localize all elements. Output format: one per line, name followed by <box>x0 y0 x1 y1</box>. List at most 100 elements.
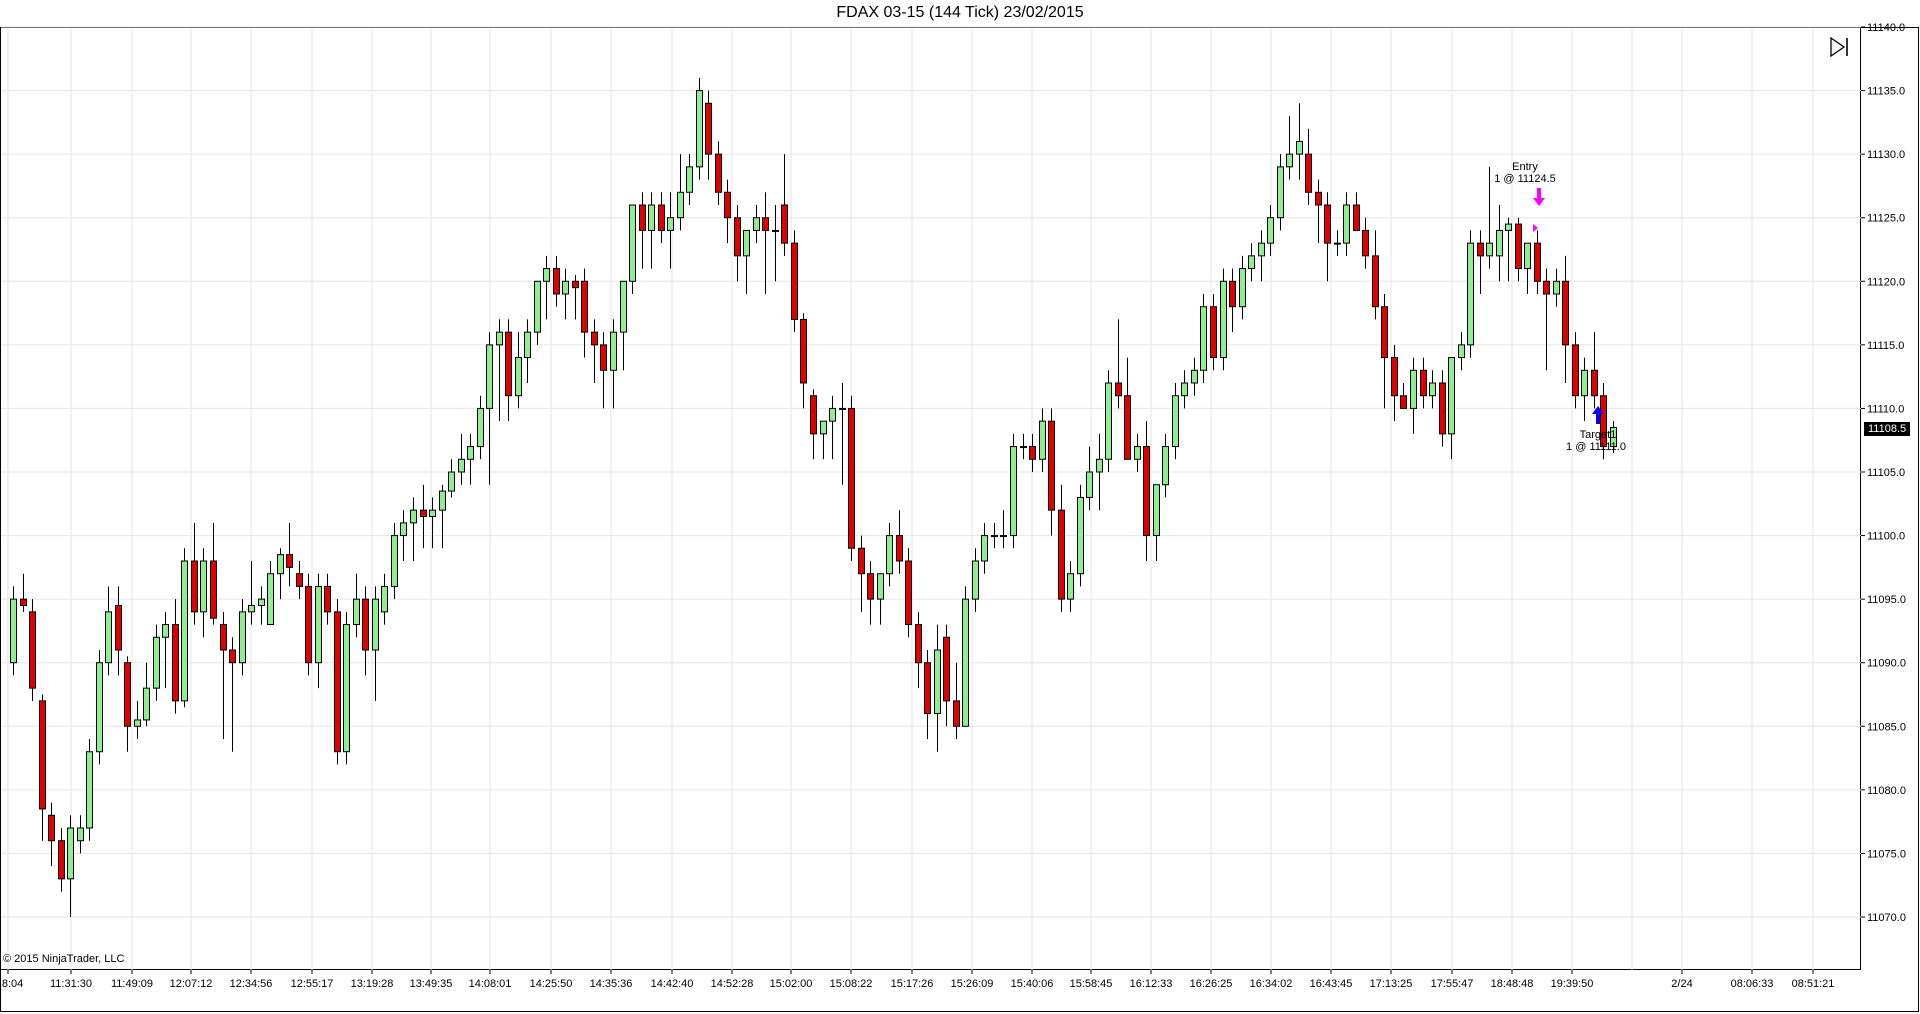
candle <box>658 192 665 244</box>
candle <box>1458 332 1465 371</box>
candle <box>1553 268 1560 307</box>
candle-body <box>1153 484 1160 537</box>
candle-body <box>629 204 636 282</box>
x-tick-label: 14:08:01 <box>469 978 512 990</box>
candle-body <box>953 700 960 727</box>
x-tick-label: 16:26:25 <box>1190 978 1233 990</box>
candle <box>1134 433 1141 472</box>
candle-body <box>1553 280 1560 295</box>
candle-body <box>1181 382 1188 397</box>
candle <box>324 573 331 625</box>
candle <box>362 586 369 676</box>
candle-body <box>439 490 446 511</box>
candle <box>1039 408 1046 472</box>
candle-body <box>505 331 512 397</box>
candle <box>105 586 112 676</box>
candle-body <box>677 191 684 219</box>
candle <box>943 624 950 727</box>
y-tick-label: 11110.0 <box>1867 403 1904 415</box>
plot-frame <box>0 27 1861 970</box>
candle-body <box>1067 573 1074 600</box>
candle <box>1258 230 1265 282</box>
candle <box>753 205 760 244</box>
candle <box>991 522 998 549</box>
candle <box>553 255 560 307</box>
candle <box>1181 370 1188 409</box>
candle-body <box>572 280 579 289</box>
candle-body <box>1439 382 1446 435</box>
candle <box>305 573 312 676</box>
candle-body <box>10 598 17 664</box>
candle <box>1496 205 1503 282</box>
candle <box>1334 230 1341 256</box>
candle <box>1315 179 1322 244</box>
x-tick-label: 2/24 <box>1671 978 1692 990</box>
candle-body <box>1267 217 1274 244</box>
candle <box>962 586 969 727</box>
candle <box>800 313 807 409</box>
candle-body <box>181 560 188 702</box>
candle <box>600 332 607 409</box>
candle-body <box>1543 280 1550 295</box>
candle-body <box>553 268 560 295</box>
candle-body <box>610 331 617 371</box>
candle-body <box>362 598 369 651</box>
candle-body <box>715 153 722 193</box>
candle-body <box>543 268 550 282</box>
candle <box>58 828 65 892</box>
candle-body <box>67 827 74 880</box>
candle <box>315 573 322 689</box>
candle <box>724 179 731 244</box>
candle <box>400 510 407 561</box>
candle <box>686 154 693 205</box>
candle-body <box>1400 395 1407 409</box>
candle <box>115 586 122 676</box>
candle <box>639 192 646 269</box>
candle <box>743 229 750 294</box>
candle-body <box>1391 357 1398 397</box>
jump-to-end-icon[interactable] <box>1828 36 1850 58</box>
x-tick-label: 15:58:45 <box>1070 978 1113 990</box>
candle <box>677 154 684 231</box>
candle-body <box>515 357 522 397</box>
candle <box>286 522 293 587</box>
candle <box>934 624 941 752</box>
candle <box>1029 433 1036 472</box>
candle <box>134 700 141 739</box>
candle <box>191 522 198 625</box>
x-tick-label: 15:02:00 <box>770 978 813 990</box>
candle <box>86 739 93 841</box>
candle <box>1096 433 1103 511</box>
candle <box>1372 230 1379 320</box>
candle <box>248 561 255 625</box>
candle <box>353 573 360 638</box>
candle-body <box>534 280 541 333</box>
candle-body <box>686 166 693 193</box>
candle-body <box>1448 357 1455 435</box>
candle <box>1391 344 1398 422</box>
candle <box>1086 446 1093 511</box>
candle <box>1343 192 1350 256</box>
candle <box>524 319 531 383</box>
candle <box>267 561 274 626</box>
entry-label: Entry <box>1512 161 1538 173</box>
candle <box>439 484 446 549</box>
candle-body <box>858 547 865 575</box>
candle <box>591 319 598 383</box>
candle <box>543 255 550 320</box>
candle <box>67 815 74 917</box>
candle <box>877 573 884 625</box>
candle-body <box>762 217 769 231</box>
candle-body <box>753 217 760 231</box>
candle-body <box>1143 446 1150 537</box>
x-tick-label: 14:35:36 <box>590 978 633 990</box>
x-tick-label: 16:12:33 <box>1130 978 1173 990</box>
candle-body <box>172 624 179 702</box>
candle <box>1581 357 1588 422</box>
candle-body <box>800 318 807 384</box>
candle <box>981 522 988 574</box>
y-tick-label: 11095.0 <box>1867 594 1906 606</box>
candlestick-chart[interactable]: 11070.0 11075.0 11080.0 11085.0 11090.0 11095… <box>0 0 1920 1014</box>
candle-body <box>267 573 274 626</box>
candle <box>1381 294 1388 409</box>
